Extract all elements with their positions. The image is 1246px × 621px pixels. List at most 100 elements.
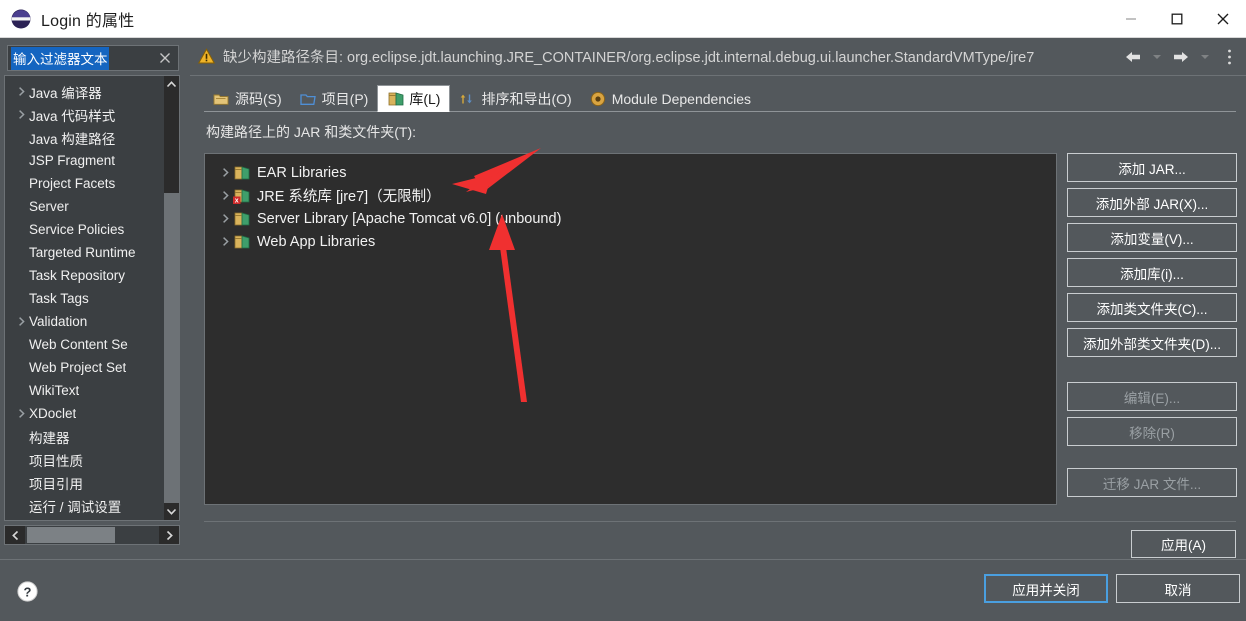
build-path-entry-row[interactable]: EAR Libraries [205,161,1056,184]
dialog-footer: ? 应用并关闭 取消 [0,560,1246,621]
sidebar-item[interactable]: Task Repository [5,264,179,287]
back-menu-chevron-down-icon[interactable] [1146,45,1168,69]
warning-icon [197,48,216,65]
message-text: 缺少构建路径条目: org.eclipse.jdt.launching.JRE_… [223,50,1035,66]
sidebar-item-label: Java 构建路径 [29,131,116,147]
library-button-1[interactable]: 添加 JAR... [1067,153,1237,182]
build-path-entry-label: Server Library [Apache Tomcat v6.0] (unb… [257,210,562,227]
svg-text:x: x [235,197,239,203]
chevron-right-icon[interactable] [13,109,29,120]
library-button-5[interactable]: 添加类文件夹(C)... [1067,293,1237,322]
sidebar-item[interactable]: 运行 / 调试设置 [5,494,179,517]
chevron-right-icon[interactable] [13,86,29,97]
settings-category-tree[interactable]: Java 编译器 Java 代码样式 Java 构建路径 JSP Fragment Pr… [4,75,180,521]
sidebar-item[interactable]: XDoclet [5,402,179,425]
tab-2[interactable]: 项目(P) [291,86,378,112]
sidebar-vertical-scrollbar[interactable] [164,76,179,520]
sidebar-item-label: Java 编译器 [29,85,102,101]
sidebar-item[interactable]: Java 编译器 [5,80,179,103]
chevron-right-icon[interactable] [217,190,233,201]
tab-4[interactable]: 排序和导出(O) [450,86,580,112]
library-icon [387,91,404,107]
chevron-right-icon[interactable] [217,236,233,247]
build-path-entries-tree[interactable]: EAR Libraries x JRE 系统库 [jre7]（无限制） Server … [204,153,1057,505]
build-path-entry-label: Web App Libraries [257,233,376,250]
sidebar-item-label: 构建器 [29,430,70,446]
filter-input[interactable]: 输入过滤器文本 [7,45,179,71]
library-icon [233,211,251,227]
tree-label: 构建路径上的 JAR 和类文件夹(T): [206,124,416,140]
build-path-entry-row[interactable]: x JRE 系统库 [jre7]（无限制） [205,184,1056,207]
properties-right-pane: 缺少构建路径条目: org.eclipse.jdt.launching.JRE_… [190,38,1246,559]
sidebar-item-label: Project Facets [29,176,116,191]
library-button-2[interactable]: 添加外部 JAR(X)... [1067,188,1237,217]
maximize-button[interactable] [1154,0,1200,38]
sidebar-item[interactable]: Task Tags [5,287,179,310]
project-folder-icon [300,91,316,107]
eclipse-logo [10,8,32,30]
arrow-left-icon[interactable] [1122,45,1144,69]
library-icon [233,234,251,250]
sidebar-item[interactable]: Project Facets [5,172,179,195]
forward-menu-chevron-down-icon[interactable] [1194,45,1216,69]
chevron-right-icon[interactable] [217,213,233,224]
library-button-6[interactable]: 添加外部类文件夹(D)... [1067,328,1237,357]
sidebar-item[interactable]: Web Project Set [5,356,179,379]
sidebar-item[interactable]: Web Content Se [5,333,179,356]
sidebar-item[interactable]: WikiText [5,379,179,402]
sidebar-item[interactable]: 项目性质 [5,448,179,471]
sidebar-item[interactable]: JSP Fragment [5,149,179,172]
minimize-button[interactable] [1108,0,1154,38]
library-button-9: 迁移 JAR 文件... [1067,468,1237,497]
sidebar-hscroll-thumb[interactable] [27,527,115,543]
help-icon[interactable]: ? [17,581,38,602]
svg-text:?: ? [24,584,32,599]
build-path-entry-row[interactable]: Server Library [Apache Tomcat v6.0] (unb… [205,207,1056,230]
build-path-entry-row[interactable]: Web App Libraries [205,230,1056,253]
tab-3[interactable]: 库(L) [377,85,451,112]
vertical-dots-icon[interactable] [1218,45,1240,69]
library-tab-content: 构建路径上的 JAR 和类文件夹(T): EAR Libraries x JRE 系… [204,122,1237,558]
filter-input-value: 输入过滤器文本 [11,46,109,70]
library-error-icon: x [233,188,251,204]
sidebar-item[interactable]: Service Policies [5,218,179,241]
apply-separator [204,521,1236,522]
sidebar-item-label: WikiText [29,383,80,398]
sidebar-item[interactable]: 项目引用 [5,471,179,494]
chevron-right-icon[interactable] [217,167,233,178]
sidebar-item-label: 运行 / 调试设置 [29,499,122,515]
sidebar-item[interactable]: Targeted Runtime [5,241,179,264]
library-button-4[interactable]: 添加库(i)... [1067,258,1237,287]
sidebar-item[interactable]: Server [5,195,179,218]
tab-label: 源码(S) [235,91,282,107]
chevron-right-icon[interactable] [159,526,179,544]
cancel-button[interactable]: 取消 [1116,574,1240,603]
chevron-up-icon[interactable] [164,76,179,93]
apply-and-close-button[interactable]: 应用并关闭 [984,574,1108,603]
sidebar-item-label: Web Project Set [29,360,127,375]
sidebar-item-label: Validation [29,314,88,329]
tab-1[interactable]: 源码(S) [204,86,291,112]
close-button[interactable] [1200,0,1246,38]
sidebar-item-label: Task Tags [29,291,89,306]
chevron-down-icon[interactable] [164,503,179,520]
library-action-buttons: 添加 JAR... 添加外部 JAR(X)... 添加变量(V)... 添加库(i).… [1067,153,1237,503]
library-button-3[interactable]: 添加变量(V)... [1067,223,1237,252]
settings-sidebar: 输入过滤器文本 Java 编译器 Java 代码样式 Java 构建路径 JSP Fr… [0,38,184,559]
sidebar-scroll-thumb[interactable] [164,93,179,193]
apply-button[interactable]: 应用(A) [1131,530,1236,558]
chevron-left-icon[interactable] [5,526,25,544]
tab-label: Module Dependencies [611,91,752,107]
window-title: Login 的属性 [41,12,135,30]
sidebar-horizontal-scrollbar[interactable] [4,525,180,545]
tab-label: 排序和导出(O) [481,91,572,107]
tab-5[interactable]: Module Dependencies [581,86,760,112]
chevron-right-icon[interactable] [13,408,29,419]
sidebar-item[interactable]: 构建器 [5,425,179,448]
sidebar-item[interactable]: Validation [5,310,179,333]
sidebar-item[interactable]: Java 代码样式 [5,103,179,126]
clear-icon[interactable] [158,51,172,65]
sidebar-item[interactable]: Java 构建路径 [5,126,179,149]
arrow-right-icon[interactable] [1170,45,1192,69]
chevron-right-icon[interactable] [13,316,29,327]
